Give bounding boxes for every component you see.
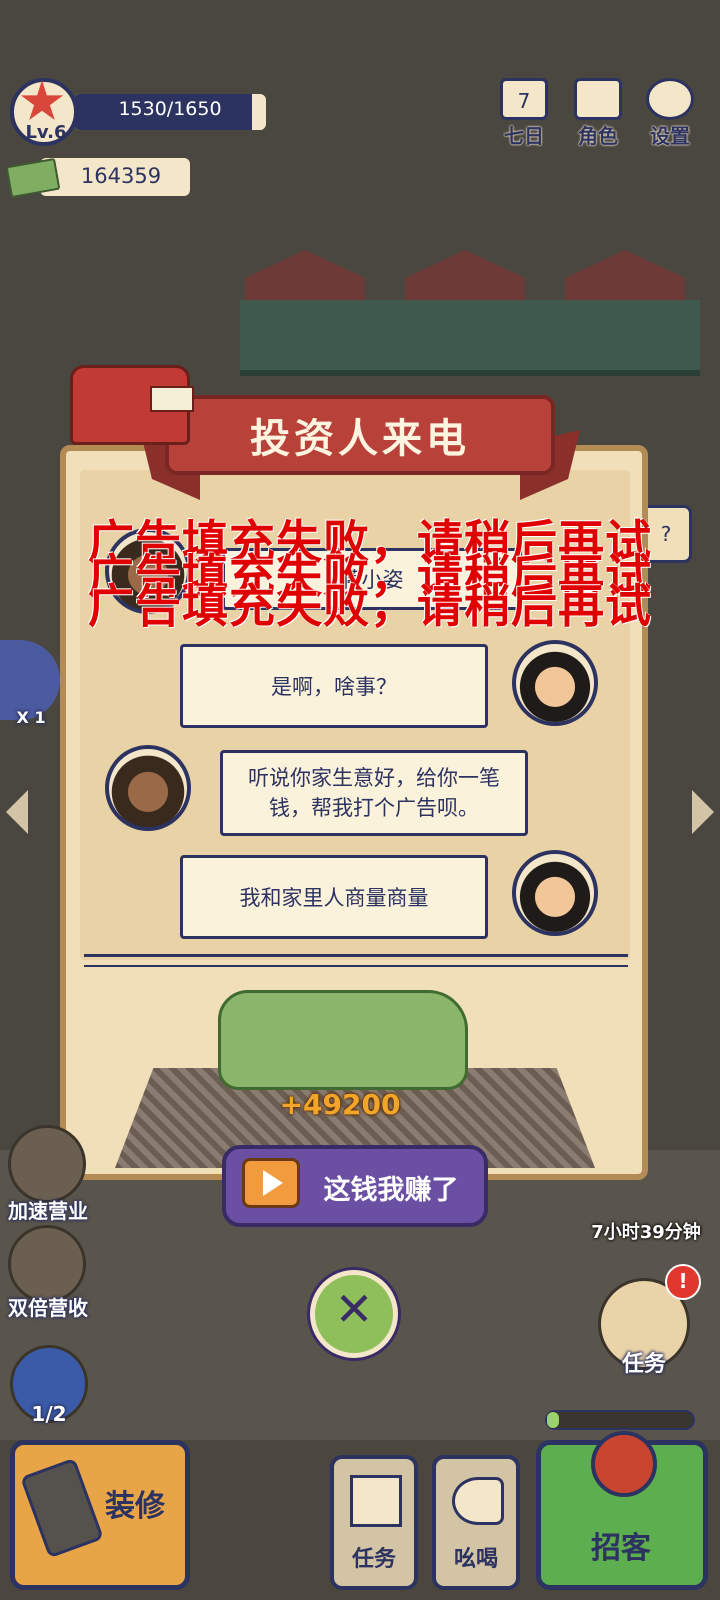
shout-label: 吆喝 xyxy=(453,1547,498,1572)
accept-button-label: 这钱我赚了 xyxy=(323,1175,459,1206)
reward-amount: +49200 xyxy=(279,1088,401,1121)
tasks-button[interactable]: 任务 xyxy=(330,1455,418,1590)
money-amount: 164359 xyxy=(80,164,162,188)
settings-button[interactable]: 设置 xyxy=(640,78,700,148)
recruit-label: 招客 xyxy=(591,1531,651,1566)
timer-label: 7小时39分钟 xyxy=(591,1222,701,1243)
recruit-progress-fill xyxy=(547,1412,559,1428)
shout-button[interactable]: 吆喝 xyxy=(432,1455,520,1590)
chat-bubble-left: 听说你家生意好，给你一笔钱，帮我打个广告呗。 xyxy=(220,750,528,836)
megaphone-icon xyxy=(452,1477,504,1525)
character-card-icon xyxy=(574,78,622,120)
character-label: 角色 xyxy=(578,124,618,148)
console-count: 1/2 xyxy=(31,1402,67,1426)
ad-error-message: 广告填充失败，请稍后再试 xyxy=(88,579,652,633)
tasks-label: 任务 xyxy=(351,1547,396,1572)
investor-avatar xyxy=(105,745,191,831)
calendar-day-number: 7 xyxy=(517,89,531,113)
recruit-progress-bar xyxy=(545,1410,695,1430)
alert-badge: ! xyxy=(665,1264,701,1300)
dialog-divider xyxy=(84,954,628,967)
owner-avatar xyxy=(512,640,598,726)
renovate-label: 装修 xyxy=(105,1489,165,1524)
seven-day-button[interactable]: 7 七日 xyxy=(494,78,554,148)
shop-awning xyxy=(240,300,700,376)
checklist-icon xyxy=(350,1475,402,1527)
crowd-count: X 1 xyxy=(16,708,46,727)
right-arrow-icon[interactable] xyxy=(692,790,714,834)
character-button[interactable]: 角色 xyxy=(568,78,628,148)
close-icon: ✕ xyxy=(334,1282,374,1336)
chat-bubble-right: 是啊，啥事？ xyxy=(180,644,488,728)
rocket-icon[interactable] xyxy=(8,1125,86,1203)
left-arrow-icon[interactable] xyxy=(6,790,28,834)
double-income-label: 双倍营收 xyxy=(8,1296,88,1320)
recruit-button[interactable]: 招客 xyxy=(536,1431,708,1590)
chat-bubble-right: 我和家里人商量商量 xyxy=(180,855,488,939)
play-icon xyxy=(263,1170,283,1196)
dialog-title: 投资人来电 xyxy=(250,416,470,462)
owner-avatar xyxy=(512,850,598,936)
renovate-button[interactable]: 装修 xyxy=(10,1440,190,1590)
gear-icon xyxy=(646,78,694,120)
xp-text: 1530/1650 xyxy=(118,98,222,120)
telephone-screen xyxy=(150,386,194,412)
speed-up-label: 加速营业 xyxy=(8,1199,88,1223)
level-label: Lv.6 xyxy=(25,122,67,143)
task-label: 任务 xyxy=(621,1352,666,1377)
cash-pile-icon xyxy=(218,990,468,1090)
seven-day-label: 七日 xyxy=(504,124,544,148)
calendar-icon: 7 xyxy=(500,78,548,120)
drum-icon xyxy=(591,1431,657,1497)
settings-label: 设置 xyxy=(650,124,690,148)
